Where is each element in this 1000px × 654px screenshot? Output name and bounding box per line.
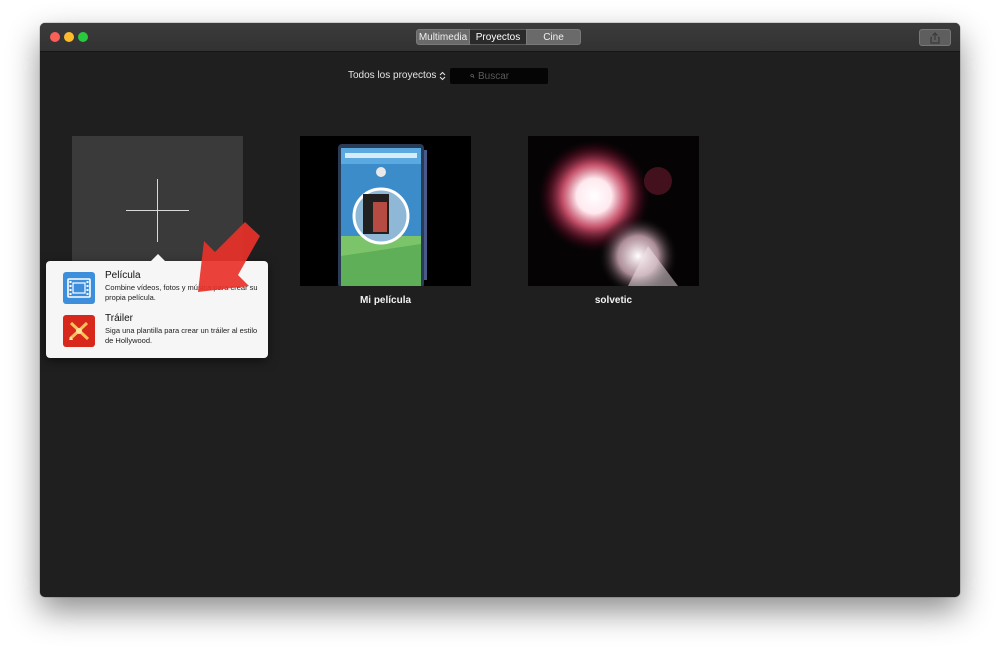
search-input[interactable] [478,70,548,82]
menu-item-trailer[interactable]: Tráiler Siga una plantilla para crear un… [63,313,263,351]
tab-proyectos[interactable]: Proyectos [470,29,526,45]
tab-cine[interactable]: Cine [526,29,581,45]
trailer-description: Siga una plantilla para crear un tráiler… [105,326,258,345]
trailer-title: Tráiler [105,313,133,324]
project-title: Mi película [359,295,412,306]
project-thumbnail[interactable] [300,136,471,286]
zoom-button[interactable] [78,32,88,42]
imovie-window: Multimedia Proyectos Cine Todos los proy… [40,23,960,597]
share-icon [930,31,940,44]
tab-multimedia[interactable]: Multimedia [416,29,470,45]
view-segmented-control: Multimedia Proyectos Cine [416,29,581,45]
phone-game-thumbnail [300,136,471,286]
fireworks-thumbnail [528,136,699,286]
annotation-arrow-icon [198,222,260,292]
chevron-updown-icon [440,71,446,80]
search-icon [470,73,475,78]
pelicula-title: Película [105,270,141,281]
project-title: solvetic [594,295,633,306]
search-field[interactable] [450,68,548,84]
film-strip-icon [63,272,95,304]
close-button[interactable] [50,32,60,42]
title-bar: Multimedia Proyectos Cine [40,23,960,52]
filter-label: Todos los proyectos [348,70,437,81]
projects-toolbar: Todos los proyectos [40,67,960,87]
trailer-clapper-icon [63,315,95,347]
project-thumbnail[interactable] [528,136,699,286]
project-filter-popup[interactable]: Todos los proyectos [348,70,446,81]
share-button[interactable] [919,29,951,46]
minimize-button[interactable] [64,32,74,42]
